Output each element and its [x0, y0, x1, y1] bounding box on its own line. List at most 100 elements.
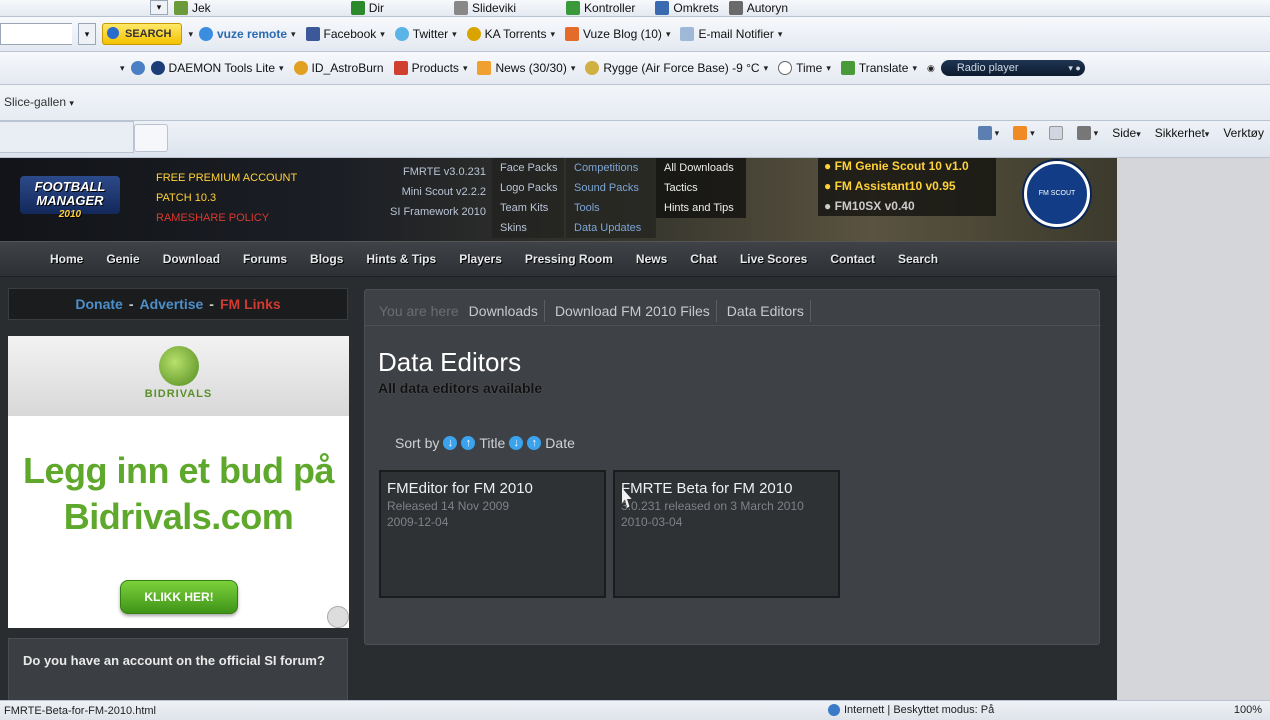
promo-link[interactable]: PATCH 10.3 [156, 188, 297, 208]
nav-home[interactable]: Home [50, 252, 83, 266]
nav-hints-tips[interactable]: Hints & Tips [366, 252, 436, 266]
chevron-down-icon[interactable]: ▾ [188, 29, 193, 40]
search-dropdown-button[interactable]: ▾ [78, 23, 96, 45]
weather-icon [585, 61, 600, 75]
link-ka-torrents[interactable]: KA Torrents ▾ [466, 27, 555, 41]
header-link[interactable]: ● FM10SX v0.40 [824, 196, 996, 216]
nav-players[interactable]: Players [459, 252, 502, 266]
toolbar-search-input[interactable] [0, 23, 72, 45]
tools-menu[interactable]: Verktøy [1223, 126, 1264, 140]
nav-genie[interactable]: Genie [106, 252, 139, 266]
donate-link[interactable]: Donate [75, 296, 122, 312]
mail-icon[interactable] [1048, 126, 1063, 140]
breadcrumb-item[interactable]: Download FM 2010 Files [551, 299, 717, 322]
header-link[interactable]: All Downloads [664, 158, 746, 178]
nav-contact[interactable]: Contact [830, 252, 875, 266]
sort-date-asc-icon[interactable]: ↑ [527, 436, 542, 450]
link-daemon-tools[interactable]: DAEMON Tools Lite ▾ [150, 61, 284, 75]
nav-forums[interactable]: Forums [243, 252, 287, 266]
link-dir[interactable]: Dir [350, 0, 384, 15]
nav-search[interactable]: Search [898, 252, 938, 266]
ad-click-button[interactable]: KLIKK HER! [120, 580, 238, 614]
sort-date-desc-icon[interactable]: ↓ [509, 436, 524, 450]
new-tab-button[interactable] [134, 124, 168, 152]
feeds-button[interactable]: ▾ [1013, 126, 1035, 140]
header-link[interactable]: SI Framework 2010 [356, 202, 486, 222]
translate-button[interactable]: Translate ▾ [840, 61, 917, 75]
link-vuze-remote[interactable]: vuze remote ▾ [198, 27, 296, 41]
search-button[interactable]: SEARCH [102, 23, 183, 45]
header-link[interactable]: Skins [500, 218, 564, 238]
play-icon[interactable]: ◉ [927, 63, 935, 74]
rss-icon [565, 27, 579, 41]
nav-live-scores[interactable]: Live Scores [740, 252, 807, 266]
link-icon [174, 0, 188, 15]
slice-gallery-menu[interactable]: Slice-gallen ▾ [4, 95, 74, 109]
card-title[interactable]: FMRTE Beta for FM 2010 [621, 480, 832, 498]
header-link[interactable]: Data Updates [574, 218, 656, 238]
nav-chat[interactable]: Chat [690, 252, 717, 266]
page-menu[interactable]: Side▾ [1112, 126, 1141, 140]
download-card[interactable]: FMRTE Beta for FM 2010 3.0.231 released … [613, 470, 840, 598]
header-link[interactable]: Sound Packs [574, 178, 656, 198]
header-link[interactable]: ● FM Assistant10 v0.95 [824, 176, 996, 196]
bidrivals-ad[interactable]: BIDRIVALS Legg inn et bud på Bidrivals.c… [8, 336, 349, 628]
breadcrumb-item[interactable]: Data Editors [723, 299, 811, 322]
sort-date-label: Date [545, 435, 575, 451]
download-card[interactable]: FMEditor for FM 2010 Released 14 Nov 200… [379, 470, 606, 598]
zoom-level[interactable]: 100% [1234, 704, 1262, 716]
link-omkrets[interactable]: Omkrets [655, 0, 719, 15]
header-link[interactable]: Tools [574, 198, 656, 218]
link-slideviki[interactable]: Slideviki [454, 0, 516, 15]
header-link[interactable]: Hints and Tips [664, 198, 746, 218]
link-twitter[interactable]: Twitter ▾ [394, 27, 457, 41]
print-button[interactable]: ▾ [1076, 126, 1098, 140]
sort-title-asc-icon[interactable]: ↑ [461, 436, 476, 450]
nav-download[interactable]: Download [163, 252, 220, 266]
globe-icon[interactable] [130, 61, 145, 75]
link-astroburn[interactable]: ID_AstroBurn [293, 61, 384, 75]
security-zone[interactable]: Internett | Beskyttet modus: På [828, 704, 994, 716]
header-link[interactable]: FMRTE v3.0.231 [356, 162, 486, 182]
fm-links-link[interactable]: FM Links [220, 296, 281, 312]
favorites-bar [0, 85, 1270, 121]
header-link[interactable]: Competitions [574, 158, 656, 178]
link-jek[interactable]: Jek [174, 0, 211, 15]
house-icon [977, 126, 992, 140]
dropdown-button[interactable]: ▾ [150, 0, 168, 15]
breadcrumb-item[interactable]: Downloads [465, 299, 545, 322]
promo-link[interactable]: RAMESHARE POLICY [156, 208, 297, 228]
nav-news[interactable]: News [636, 252, 667, 266]
link-news[interactable]: News (30/30) ▾ [477, 61, 575, 75]
link-kontroller[interactable]: Kontroller [566, 0, 635, 15]
weather-widget[interactable]: Rygge (Air Force Base) -9 °C ▾ [585, 61, 768, 75]
nav-pressing-room[interactable]: Pressing Room [525, 252, 613, 266]
header-link[interactable]: Logo Packs [500, 178, 564, 198]
link-email-notifier[interactable]: E-mail Notifier ▾ [680, 27, 782, 41]
link-vuze-blog[interactable]: Vuze Blog (10) ▾ [565, 27, 670, 41]
header-link[interactable]: ● FM Genie Scout 10 v1.0 [824, 158, 996, 176]
nav-blogs[interactable]: Blogs [310, 252, 343, 266]
facebook-icon [305, 27, 320, 41]
donate-bar: Donate - Advertise - FM Links [8, 288, 348, 320]
sort-title-desc-icon[interactable]: ↓ [443, 436, 458, 450]
chevron-down-icon[interactable]: ▾ [120, 63, 125, 74]
advertise-link[interactable]: Advertise [139, 296, 203, 312]
radio-player[interactable]: Radio player ▾ ● [940, 60, 1085, 76]
safety-menu[interactable]: Sikkerhet▾ [1155, 126, 1210, 140]
ad-info-icon[interactable] [327, 606, 349, 628]
fmscout-badge[interactable]: FM SCOUT [1024, 161, 1090, 227]
header-link[interactable]: Team Kits [500, 198, 564, 218]
card-title[interactable]: FMEditor for FM 2010 [387, 480, 598, 498]
time-widget[interactable]: Time ▾ [778, 61, 831, 75]
link-facebook[interactable]: Facebook ▾ [305, 27, 385, 41]
site-logo[interactable]: FOOTBALL MANAGER 2010 [20, 176, 120, 220]
header-link[interactable]: Tactics [664, 178, 746, 198]
promo-link[interactable]: FREE PREMIUM ACCOUNT [156, 168, 297, 188]
browser-tab[interactable] [0, 121, 134, 153]
link-products[interactable]: Products ▾ [393, 61, 467, 75]
header-link[interactable]: Face Packs [500, 158, 564, 178]
home-icon[interactable]: ▾ [977, 126, 999, 140]
link-autoryn[interactable]: Autoryn [728, 0, 788, 15]
header-link[interactable]: Mini Scout v2.2.2 [356, 182, 486, 202]
